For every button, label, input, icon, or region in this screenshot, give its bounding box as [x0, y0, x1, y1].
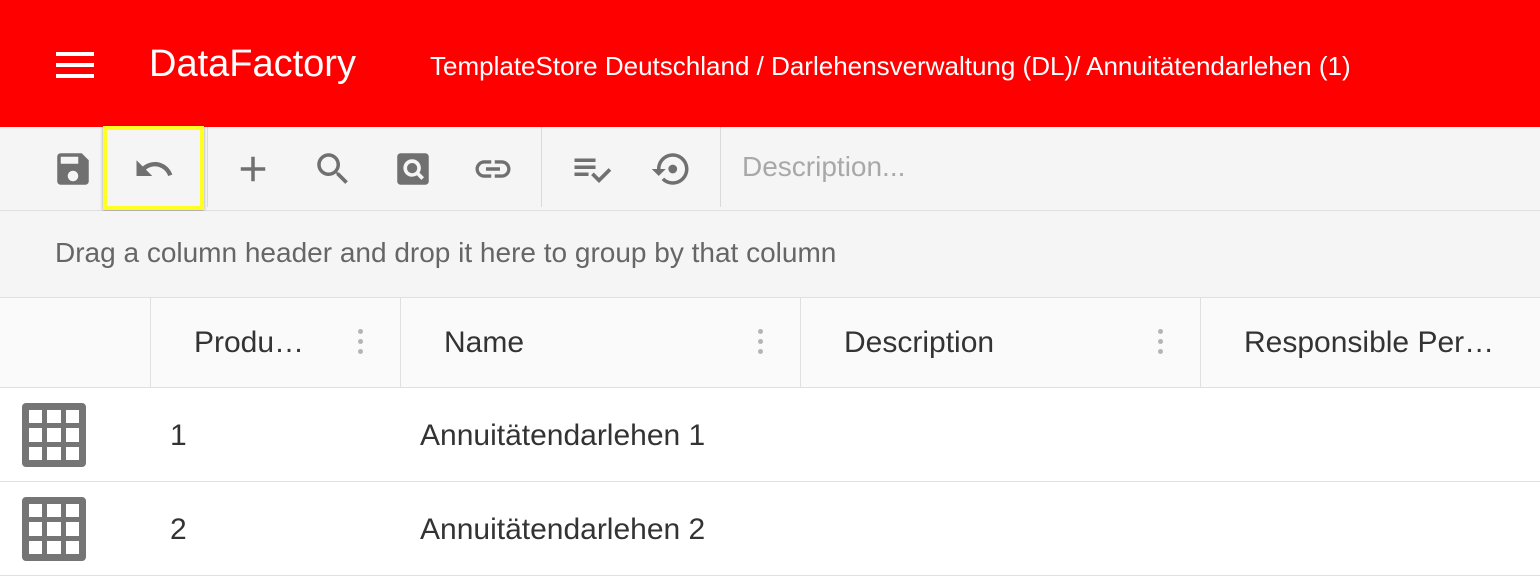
toolbar-divider — [541, 127, 542, 207]
validate-button[interactable] — [552, 127, 632, 211]
column-header-responsible-person[interactable]: Responsible Per… — [1200, 298, 1540, 388]
column-header-label: Description — [844, 326, 995, 359]
cell-product: 1 — [170, 419, 187, 452]
breadcrumb: TemplateStore Deutschland / Darlehensver… — [430, 51, 1351, 81]
column-header-label: Produ… — [194, 326, 305, 359]
toolbar-divider — [720, 127, 721, 207]
image-search-icon — [397, 153, 429, 185]
column-header-product[interactable]: Produ… — [150, 298, 401, 388]
grid-header-row: Produ… Name Description Responsible Per… — [0, 298, 1540, 388]
link-icon — [475, 160, 511, 178]
cell-name: Annuitätendarlehen 1 — [420, 419, 706, 452]
toolbar — [0, 127, 1540, 211]
column-menu-icon[interactable] — [356, 329, 364, 357]
search-button[interactable] — [293, 127, 373, 211]
table-row[interactable]: 1 Annuitätendarlehen 1 — [0, 388, 1540, 482]
table-row[interactable]: 2 Annuitätendarlehen 2 — [0, 482, 1540, 576]
group-by-hint: Drag a column header and drop it here to… — [55, 237, 837, 268]
plus-icon — [240, 156, 266, 182]
column-header-label: Name — [444, 326, 525, 359]
restore-button[interactable] — [631, 127, 711, 211]
history-icon — [651, 153, 689, 185]
description-input[interactable] — [742, 147, 1522, 187]
group-by-panel[interactable]: Drag a column header and drop it here to… — [0, 211, 1540, 298]
undo-icon — [136, 160, 173, 176]
undo-button[interactable] — [114, 127, 194, 211]
cell-product: 2 — [170, 513, 187, 546]
column-header-label: Responsible Per… — [1244, 326, 1495, 359]
search-record-button[interactable] — [373, 127, 453, 211]
hamburger-menu-icon[interactable] — [56, 52, 94, 78]
link-button[interactable] — [453, 127, 533, 211]
playlist-check-icon — [574, 158, 612, 183]
column-header-description[interactable]: Description — [800, 298, 1201, 388]
save-button[interactable] — [33, 127, 113, 211]
grid-table-icon[interactable] — [22, 497, 86, 561]
column-menu-icon[interactable] — [1156, 329, 1164, 357]
cell-name: Annuitätendarlehen 2 — [420, 513, 706, 546]
app-bar: DataFactory TemplateStore Deutschland / … — [0, 0, 1540, 127]
add-button[interactable] — [213, 127, 293, 211]
app-title: DataFactory — [149, 43, 356, 85]
column-menu-icon[interactable] — [756, 329, 764, 357]
column-header-name[interactable]: Name — [400, 298, 801, 388]
search-icon — [317, 153, 348, 184]
toolbar-divider — [207, 127, 208, 207]
grid-table-icon[interactable] — [22, 403, 86, 467]
save-icon — [57, 153, 89, 185]
